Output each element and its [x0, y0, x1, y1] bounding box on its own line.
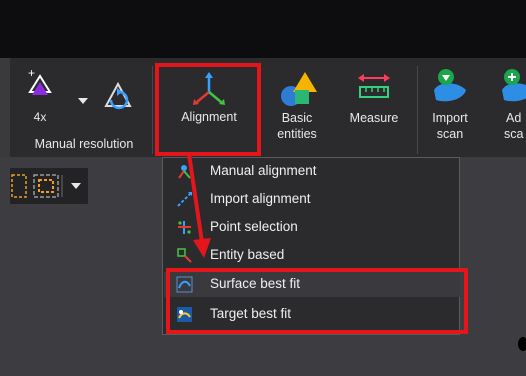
selection-mode-icon	[11, 174, 63, 198]
basic-entities-label-2: entities	[277, 127, 317, 141]
chevron-down-icon[interactable]	[70, 182, 82, 190]
basic-entities-button[interactable]: Basic entities	[267, 66, 327, 146]
annotation-arrow-icon	[187, 153, 211, 258]
menu-item-label: Point selection	[210, 219, 298, 234]
measure-button[interactable]: Measure	[338, 66, 410, 146]
title-bar	[0, 0, 526, 58]
viewport-dark-marker	[518, 337, 526, 351]
resolution-up-icon: +	[28, 66, 52, 95]
resolution-refresh-button[interactable]	[100, 80, 136, 116]
add-scan-icon	[502, 69, 526, 102]
import-scan-label-2: scan	[436, 127, 464, 141]
measure-label: Measure	[349, 111, 399, 125]
resolution-refresh-icon	[104, 81, 132, 110]
resolution-up-button[interactable]: + 4x	[22, 66, 58, 126]
import-scan-icon	[434, 69, 466, 102]
ribbon-edge	[0, 58, 10, 157]
alignment-highlight-box	[155, 63, 261, 156]
ribbon-separator	[152, 66, 153, 154]
manual-resolution-group-label: Manual resolution	[34, 137, 134, 151]
basic-entities-icon	[281, 72, 317, 106]
basic-entities-label-1: Basic	[281, 111, 313, 125]
resolution-value: 4x	[33, 110, 47, 124]
add-scan-label-1: Ad	[506, 111, 522, 125]
ribbon-separator	[417, 66, 418, 154]
selection-mode-toolbar[interactable]	[10, 168, 88, 204]
best-fit-highlight-box	[166, 268, 468, 334]
import-scan-label-1: Import	[432, 111, 468, 125]
measure-ruler-icon	[358, 74, 390, 98]
menu-item-label: Manual alignment	[210, 163, 317, 178]
menu-item-label: Entity based	[210, 247, 285, 262]
import-scan-button[interactable]: Import scan	[424, 66, 476, 146]
svg-text:+: +	[28, 66, 35, 80]
add-scan-button[interactable]: Ad sca	[496, 66, 526, 146]
menu-item-label: Import alignment	[210, 191, 311, 206]
add-scan-label-2: sca	[504, 127, 524, 141]
resolution-dropdown-icon[interactable]	[77, 94, 89, 104]
